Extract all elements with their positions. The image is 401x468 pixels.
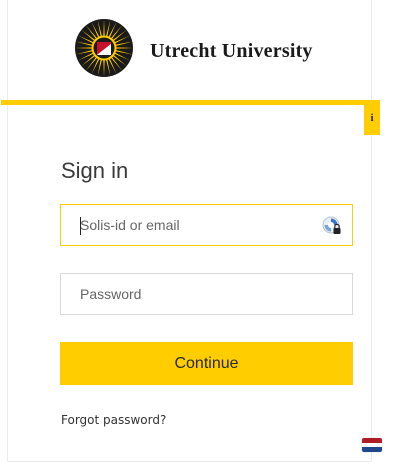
info-button[interactable]: i (364, 105, 380, 135)
flag-netherlands-icon[interactable] (362, 438, 382, 452)
password-input[interactable] (61, 274, 352, 314)
username-input[interactable] (61, 205, 352, 245)
continue-button[interactable]: Continue (60, 342, 353, 385)
header-accent-line (1, 100, 380, 105)
page-title: Sign in (61, 158, 129, 183)
password-manager-icon[interactable] (322, 216, 342, 236)
login-card: Utrecht University i Sign in Continue Fo… (1, 0, 380, 462)
username-field (60, 204, 353, 246)
password-field (60, 273, 353, 315)
header: Utrecht University (8, 0, 371, 100)
forgot-password-link[interactable]: Forgot password? (61, 413, 166, 427)
text-caret (80, 217, 81, 235)
flag-stripe-blue (362, 447, 382, 452)
university-name: Utrecht University (150, 40, 313, 62)
university-seal-icon (75, 19, 133, 77)
